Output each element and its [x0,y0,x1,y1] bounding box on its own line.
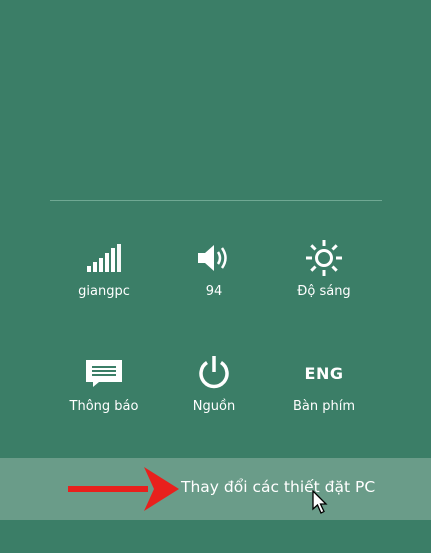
volume-tile[interactable]: 94 [166,236,262,299]
keyboard-tile[interactable]: ENG Bàn phím [276,351,372,415]
network-label: giangpc [78,284,130,299]
notifications-tile[interactable]: Thông báo [56,351,152,414]
wifi-signal-icon [56,236,152,280]
brightness-icon [276,236,372,280]
power-tile[interactable]: Nguồn [166,351,262,414]
brightness-label: Độ sáng [297,284,351,299]
notifications-icon [56,351,152,395]
keyboard-label: Bàn phím [292,399,356,414]
notifications-label: Thông báo [69,399,139,414]
divider [50,200,382,201]
power-icon [166,351,262,395]
change-pc-settings-link[interactable]: Thay đổi các thiết đặt PC [181,478,375,496]
pane-footer [0,520,431,553]
volume-label: 94 [205,284,223,299]
brightness-tile[interactable]: Độ sáng [276,236,372,299]
mouse-cursor-icon [312,490,328,514]
power-label: Nguồn [192,399,236,414]
keyboard-language-icon: ENG [276,351,372,395]
keyboard-language-text: ENG [304,363,344,383]
red-arrow-icon [68,467,179,511]
volume-icon [166,236,262,280]
network-tile[interactable]: giangpc [56,236,152,299]
